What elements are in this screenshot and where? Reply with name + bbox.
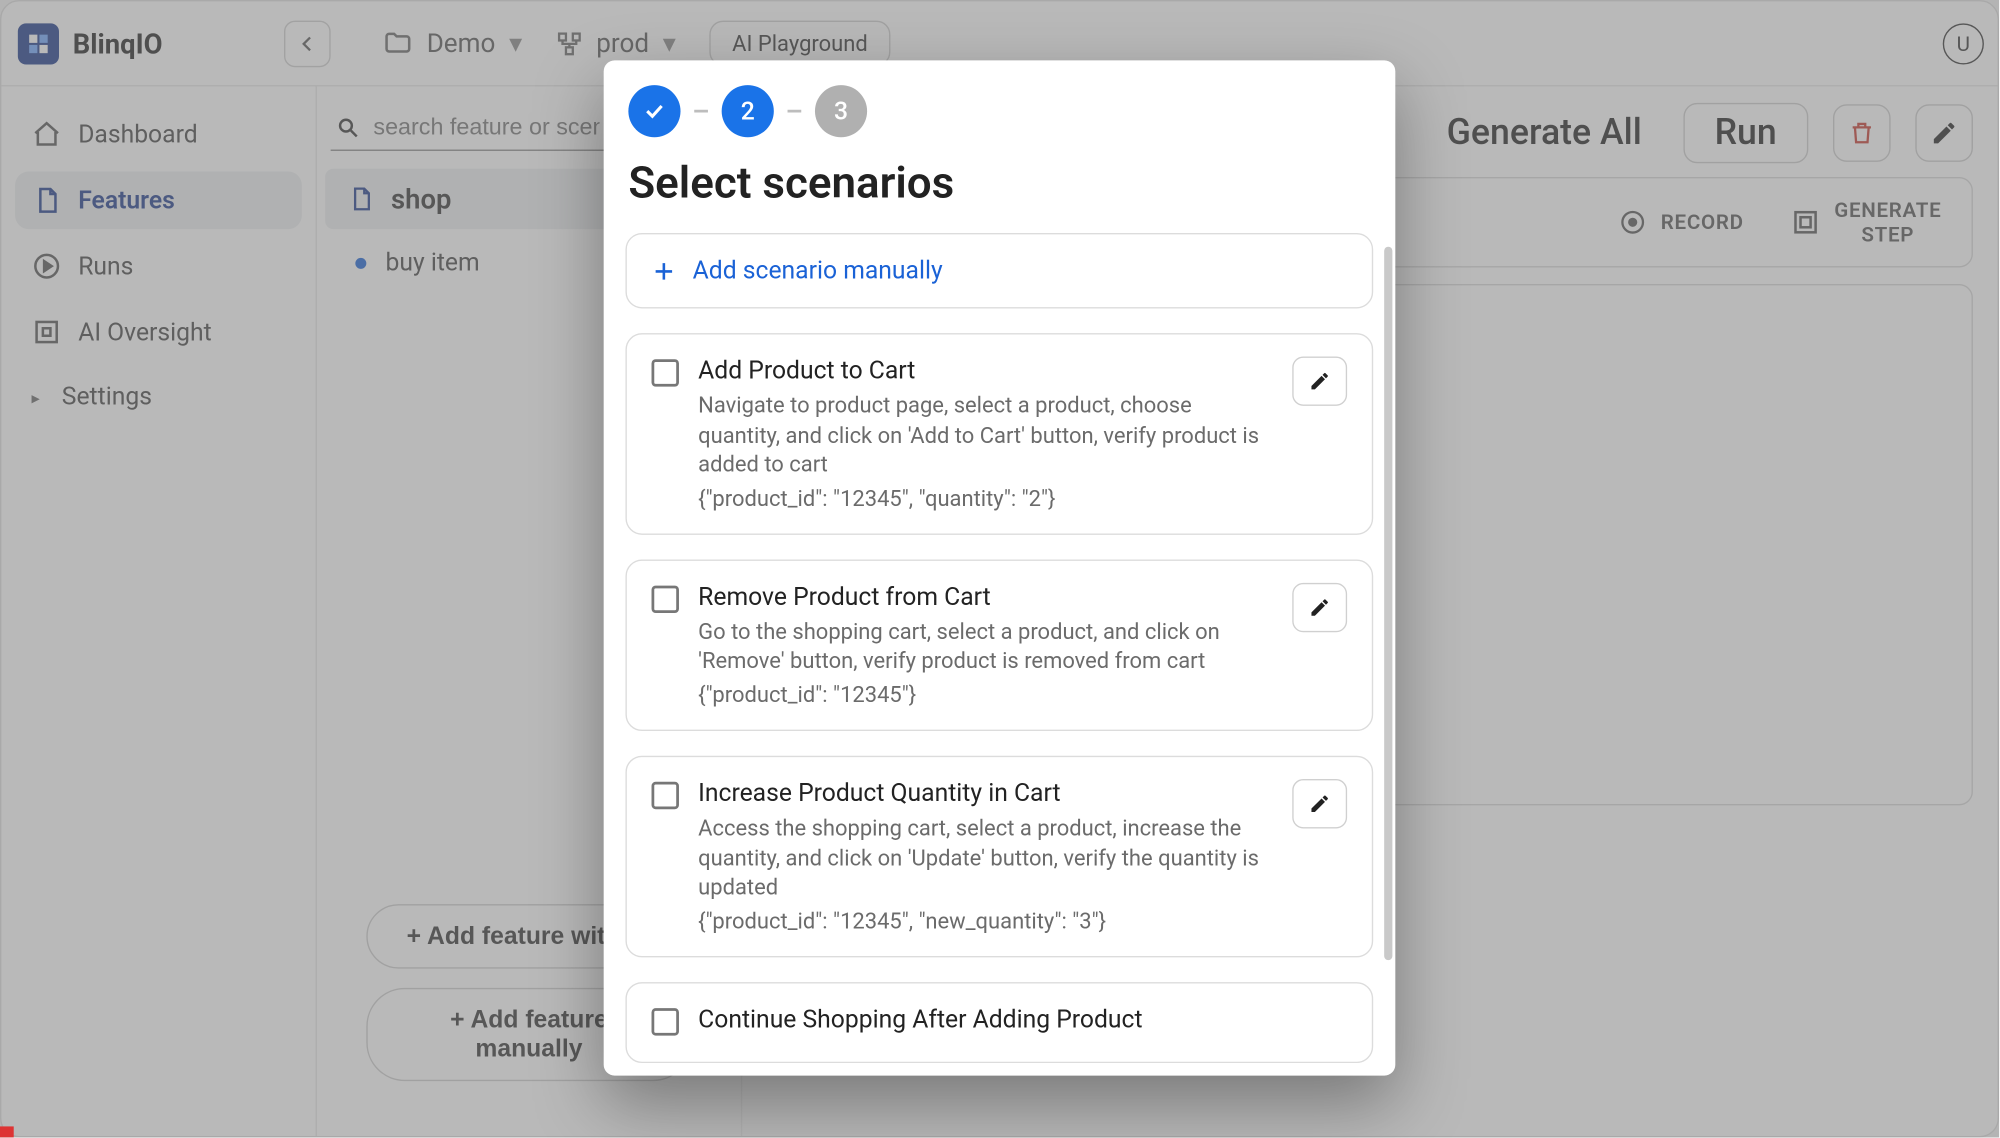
scenario-params: {"product_id": "12345", "new_quantity": … bbox=[698, 908, 1273, 934]
scenario-card[interactable]: Remove Product from Cart Go to the shopp… bbox=[626, 559, 1374, 731]
decorative-edge bbox=[0, 1126, 14, 1137]
scrollbar[interactable] bbox=[1384, 247, 1392, 960]
check-icon bbox=[642, 99, 667, 124]
scenario-desc: Navigate to product page, select a produ… bbox=[698, 391, 1273, 480]
scenario-checkbox[interactable] bbox=[652, 782, 679, 809]
scenario-card[interactable]: Increase Product Quantity in Cart Access… bbox=[626, 756, 1374, 957]
select-scenarios-modal: 2 3 Select scenarios Add scenario manual… bbox=[604, 60, 1396, 1075]
pencil-icon bbox=[1309, 370, 1331, 392]
scenario-title: Increase Product Quantity in Cart bbox=[698, 779, 1273, 808]
scenario-card[interactable]: Continue Shopping After Adding Product bbox=[626, 982, 1374, 1063]
edit-scenario-button[interactable] bbox=[1292, 779, 1347, 828]
scenario-checkbox[interactable] bbox=[652, 359, 679, 386]
modal-title: Select scenarios bbox=[604, 143, 1396, 234]
scenario-title: Add Product to Cart bbox=[698, 357, 1273, 386]
add-scenario-manually[interactable]: Add scenario manually bbox=[626, 233, 1374, 308]
step-1-done bbox=[628, 85, 680, 137]
scenario-checkbox[interactable] bbox=[652, 1008, 679, 1035]
plus-icon bbox=[652, 259, 677, 284]
step-2-current: 2 bbox=[722, 85, 774, 137]
scenario-checkbox[interactable] bbox=[652, 586, 679, 613]
pencil-icon bbox=[1309, 597, 1331, 619]
edit-scenario-button[interactable] bbox=[1292, 357, 1347, 406]
scenario-desc: Go to the shopping cart, select a produc… bbox=[698, 617, 1273, 676]
scenario-card[interactable]: Add Product to Cart Navigate to product … bbox=[626, 333, 1374, 534]
scenario-title: Remove Product from Cart bbox=[698, 583, 1273, 612]
scenario-title: Continue Shopping After Adding Product bbox=[698, 1005, 1347, 1034]
pencil-icon bbox=[1309, 793, 1331, 815]
scenario-params: {"product_id": "12345"} bbox=[698, 682, 1273, 708]
step-3-future: 3 bbox=[815, 85, 867, 137]
scenario-params: {"product_id": "12345", "quantity": "2"} bbox=[698, 485, 1273, 511]
scenario-desc: Access the shopping cart, select a produ… bbox=[698, 814, 1273, 903]
edit-scenario-button[interactable] bbox=[1292, 583, 1347, 632]
